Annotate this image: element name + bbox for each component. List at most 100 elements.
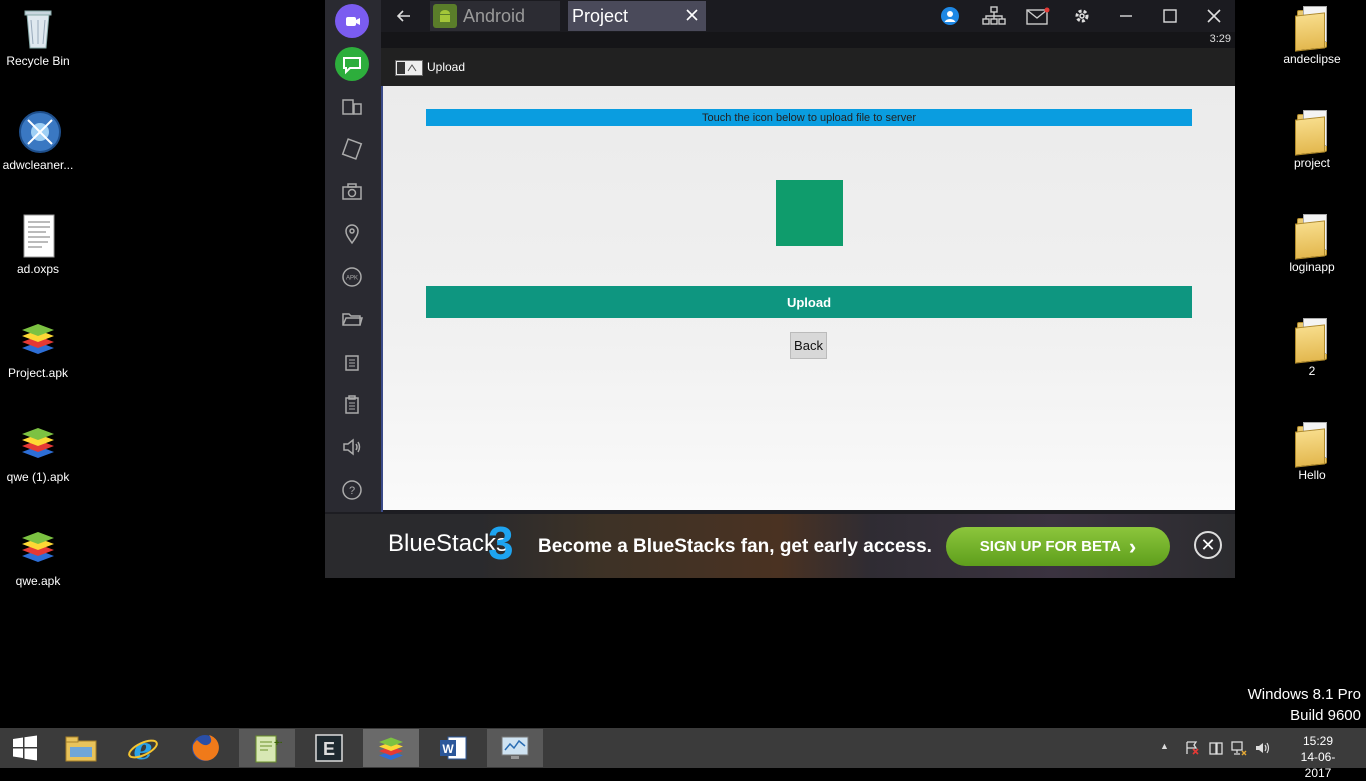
copy-button[interactable]: [333, 343, 371, 381]
android-icon: [433, 4, 457, 28]
sign-up-label: SIGN UP FOR BETA: [979, 538, 1121, 555]
file-explorer-icon: [65, 736, 97, 762]
install-apk-button[interactable]: APK: [333, 258, 371, 296]
desktop-icon-project-apk[interactable]: Project.apk: [0, 318, 76, 380]
taskbar-word[interactable]: W: [425, 729, 481, 767]
rotate-button[interactable]: [333, 130, 371, 168]
watermark-build: Build 9600: [1290, 707, 1361, 724]
help-icon: ?: [342, 480, 362, 500]
chat-icon: [335, 47, 369, 81]
volume-button[interactable]: [333, 428, 371, 466]
desktop-icon-recycle-bin[interactable]: Recycle Bin: [0, 6, 76, 68]
show-hidden-icons-button[interactable]: ▲: [1160, 741, 1169, 751]
desktop-icon-hello[interactable]: Hello: [1274, 422, 1350, 482]
desktop-icon-adwcleaner[interactable]: adwcleaner...: [0, 110, 76, 172]
folder-icon: [1295, 110, 1329, 156]
bluestacks-window: APK ? Android Project 3:29 Upload Touch …: [325, 0, 1235, 578]
desktop-icon-label: project: [1293, 156, 1331, 170]
instruction-banner: Touch the icon below to upload file to s…: [426, 109, 1192, 126]
monitor-chart-icon: [501, 736, 529, 759]
notifications-button[interactable]: [1025, 4, 1051, 28]
tab-project[interactable]: Project: [568, 1, 706, 31]
desktop-icon-andeclipse[interactable]: andeclipse: [1274, 6, 1350, 66]
status-time: 3:29: [1209, 33, 1231, 45]
taskbar: e ++ E W ▲ 15:29 14-06-2017: [0, 728, 1366, 780]
network-icon: [982, 6, 1006, 25]
taskbar-bluestacks[interactable]: [363, 729, 419, 767]
close-icon: ✕: [1200, 534, 1216, 555]
copy-icon: [345, 355, 359, 371]
desktop-icon-qwe-apk[interactable]: qwe.apk: [0, 526, 76, 588]
video-call-icon: [335, 4, 369, 38]
action-center-icon[interactable]: [1184, 740, 1200, 761]
desktop-icon-label: qwe (1).apk: [6, 470, 70, 484]
close-window-button[interactable]: [1201, 4, 1227, 28]
desktop-icon-qwe1-apk[interactable]: qwe (1).apk: [0, 422, 76, 484]
svg-text:APK: APK: [346, 276, 358, 282]
location-button[interactable]: [333, 215, 371, 253]
start-button[interactable]: [0, 729, 50, 767]
app-content: Touch the icon below to upload file to s…: [383, 86, 1235, 510]
desktop-icon-ad-oxps[interactable]: ad.oxps: [0, 214, 76, 276]
account-button[interactable]: [937, 4, 963, 28]
screenshot-button[interactable]: [333, 173, 371, 211]
paste-button[interactable]: [333, 386, 371, 424]
close-icon: [1207, 9, 1221, 23]
volume-tray-icon[interactable]: [1254, 740, 1272, 761]
taskbar-monitor-app[interactable]: [487, 729, 543, 767]
sign-up-beta-button[interactable]: SIGN UP FOR BETA ›: [946, 527, 1170, 566]
camera-icon: [342, 183, 362, 200]
svg-text:e: e: [133, 732, 152, 764]
desktop-icon-loginapp[interactable]: loginapp: [1274, 214, 1350, 274]
bluestacks-sidebar: APK ?: [325, 0, 383, 512]
editor-e-icon: E: [315, 734, 343, 762]
paste-icon: [345, 395, 359, 414]
back-nav-button[interactable]: [391, 4, 417, 28]
taskbar-clock[interactable]: 15:29 14-06-2017: [1288, 733, 1348, 781]
desktop-icon-label: Recycle Bin: [6, 54, 70, 68]
minimize-icon: [1120, 15, 1132, 17]
firefox-icon: [192, 735, 219, 761]
banner-close-button[interactable]: ✕: [1194, 531, 1222, 559]
taskbar-notepad-plus[interactable]: ++: [239, 729, 295, 767]
power-icon[interactable]: [1208, 740, 1224, 761]
svg-text:++: ++: [274, 738, 282, 749]
back-button[interactable]: Back: [790, 332, 827, 359]
promo-banner[interactable]: BlueStacks 3 Become a BlueStacks fan, ge…: [325, 514, 1235, 578]
taskbar-file-explorer[interactable]: [53, 729, 109, 767]
bluestacks-apk-icon: [18, 526, 58, 570]
rotate-icon: [341, 138, 363, 160]
tab-label: Project: [572, 5, 629, 26]
windows-logo-icon: [13, 735, 37, 761]
settings-button[interactable]: [1069, 4, 1095, 28]
desktop-icon-label: loginapp: [1289, 260, 1335, 274]
desktop-icon-project-folder[interactable]: project: [1274, 110, 1350, 170]
network-button[interactable]: [981, 4, 1007, 28]
multi-instance-button[interactable]: [333, 88, 371, 126]
desktop-icon-label: qwe.apk: [15, 574, 61, 588]
windows-watermark: Windows 8.1 Pro Build 9600: [1248, 684, 1361, 726]
desktop-icon-label: Hello: [1298, 468, 1326, 482]
help-button[interactable]: ?: [333, 471, 371, 509]
taskbar-internet-explorer[interactable]: e: [115, 729, 171, 767]
upload-button[interactable]: Upload: [426, 286, 1192, 318]
clock-time: 15:29: [1302, 734, 1334, 748]
video-call-button[interactable]: [333, 2, 371, 40]
maximize-button[interactable]: [1157, 4, 1183, 28]
desktop-icon-2[interactable]: 2: [1274, 318, 1350, 378]
taskbar-eclipse-app[interactable]: E: [301, 729, 357, 767]
upload-image-target[interactable]: [776, 180, 843, 246]
chat-button[interactable]: [333, 45, 371, 83]
close-icon: [686, 9, 698, 21]
tab-android[interactable]: Android: [430, 1, 560, 31]
taskbar-firefox[interactable]: [177, 729, 233, 767]
gear-icon: [1075, 9, 1089, 23]
folder-icon: [1295, 6, 1329, 52]
tab-close-button[interactable]: [684, 7, 700, 23]
minimize-button[interactable]: [1113, 4, 1139, 28]
clock-date: 14-06-2017: [1300, 750, 1336, 780]
open-folder-button[interactable]: [333, 300, 371, 338]
network-tray-icon[interactable]: [1230, 740, 1248, 761]
apk-icon: APK: [342, 267, 362, 287]
svg-text:E: E: [323, 739, 335, 759]
